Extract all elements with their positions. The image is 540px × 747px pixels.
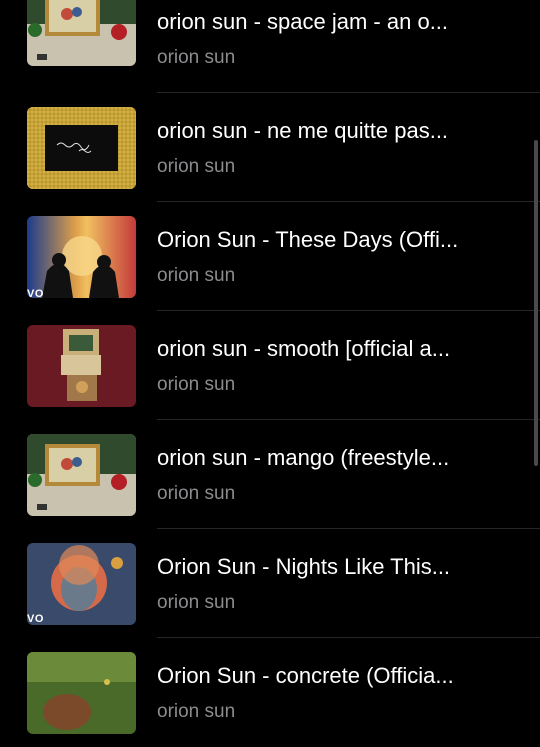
grass-field-icon bbox=[27, 652, 136, 734]
list-item[interactable]: orion sun - ne me quitte pas... orion su… bbox=[0, 93, 540, 202]
video-title[interactable]: orion sun - space jam - an o... bbox=[157, 8, 517, 36]
channel-name: orion sun bbox=[157, 156, 236, 177]
video-title[interactable]: orion sun - ne me quitte pas... bbox=[157, 117, 517, 145]
vevo-badge: VO bbox=[27, 613, 44, 625]
video-title[interactable]: Orion Sun - Nights Like This... bbox=[157, 553, 517, 581]
video-title[interactable]: orion sun - smooth [official a... bbox=[157, 335, 517, 363]
channel-name: orion sun bbox=[157, 701, 236, 722]
album-cover-collage-icon bbox=[27, 0, 136, 66]
channel-name: orion sun bbox=[157, 592, 236, 613]
video-thumbnail[interactable] bbox=[27, 325, 136, 407]
video-thumbnail[interactable] bbox=[27, 0, 136, 66]
video-title[interactable]: Orion Sun - concrete (Officia... bbox=[157, 662, 517, 690]
list-item[interactable]: orion sun - mango (freestyle... orion su… bbox=[0, 420, 540, 529]
list-item[interactable]: Orion Sun - concrete (Officia... orion s… bbox=[0, 638, 540, 747]
channel-name: orion sun bbox=[157, 265, 236, 286]
list-item[interactable]: orion sun - smooth [official a... orion … bbox=[0, 311, 540, 420]
gold-frame-handwriting-icon bbox=[27, 107, 136, 189]
scrollbar[interactable] bbox=[534, 140, 538, 466]
video-title[interactable]: Orion Sun - These Days (Offi... bbox=[157, 226, 517, 254]
vevo-badge: VO bbox=[27, 288, 44, 300]
channel-name: orion sun bbox=[157, 374, 236, 395]
video-title[interactable]: orion sun - mango (freestyle... bbox=[157, 444, 517, 472]
channel-name: orion sun bbox=[157, 47, 236, 68]
silhouettes-sunset-icon bbox=[27, 216, 136, 298]
video-thumbnail[interactable] bbox=[27, 107, 136, 189]
video-thumbnail[interactable] bbox=[27, 434, 136, 516]
list-item[interactable]: VO Orion Sun - These Days (Offi... orion… bbox=[0, 202, 540, 311]
video-thumbnail[interactable] bbox=[27, 652, 136, 734]
collage-on-maroon-icon bbox=[27, 325, 136, 407]
list-item[interactable]: orion sun - space jam - an o... orion su… bbox=[0, 0, 540, 93]
list-item[interactable]: VO Orion Sun - Nights Like This... orion… bbox=[0, 529, 540, 638]
video-thumbnail[interactable] bbox=[27, 216, 136, 298]
channel-name: orion sun bbox=[157, 483, 236, 504]
album-cover-collage-icon bbox=[27, 434, 136, 516]
